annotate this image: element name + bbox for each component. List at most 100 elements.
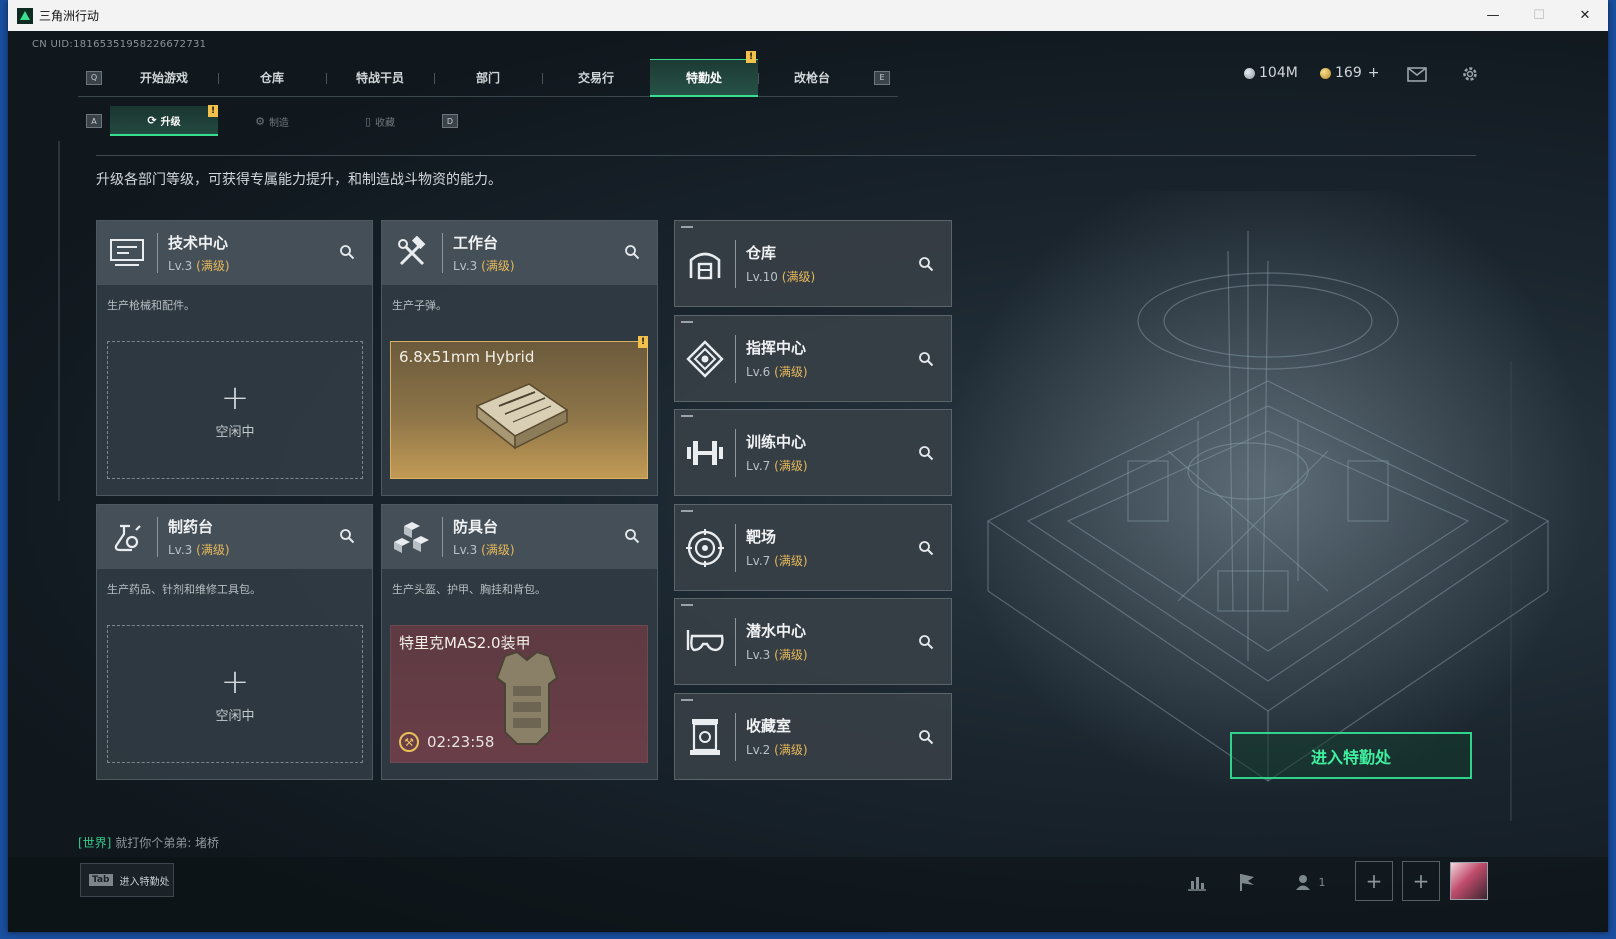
tab-warehouse[interactable]: 仓库 (218, 59, 326, 97)
subtab-upgrade[interactable]: ⟳ 升级 ! (110, 105, 218, 136)
left-rail-decor (58, 141, 60, 501)
tab-operators[interactable]: 特战干员 (326, 59, 434, 97)
warehouse-icon (675, 220, 735, 307)
gold-currency[interactable]: 169 + (1320, 65, 1379, 81)
enter-special-ops-button[interactable]: 进入特勤处 (1230, 732, 1472, 779)
facility-card-shooting-range[interactable]: 靶场 Lv.7 (满级) (674, 504, 952, 591)
tab-special-ops[interactable]: 特勤处 ! (650, 50, 758, 97)
search-icon[interactable] (917, 539, 935, 557)
facility-description: 生产子弹。 (392, 299, 447, 312)
item-ready-badge: ! (638, 336, 648, 348)
production-slot-empty[interactable]: + 空闲中 (107, 625, 363, 763)
facility-name: 指挥中心 (746, 339, 807, 357)
search-icon[interactable] (623, 527, 641, 545)
search-icon[interactable] (917, 444, 935, 462)
gold-amount: 169 (1335, 65, 1362, 81)
subnav-prev-key[interactable]: A (86, 114, 102, 128)
search-icon[interactable] (338, 527, 356, 545)
avatar[interactable] (1450, 862, 1488, 900)
tab-departments[interactable]: 部门 (434, 59, 542, 97)
search-icon[interactable] (917, 350, 935, 368)
subtab-craft-label: 制造 (268, 117, 289, 129)
production-slot-completed[interactable]: 6.8x51mm Hybrid ! (390, 336, 648, 479)
card-header: 技术中心 Lv.3 (满级) (97, 221, 372, 285)
game-viewport: CN UID:18165351958226672731 Q 开始游戏 仓库 特战… (8, 31, 1608, 932)
mail-icon[interactable] (1406, 63, 1428, 85)
facility-name: 靶场 (746, 528, 777, 546)
add-gold-button[interactable]: + (1368, 65, 1380, 81)
search-icon[interactable] (917, 633, 935, 651)
window-controls: — ☐ ✕ (1470, 0, 1608, 31)
add-icon: + (220, 377, 250, 418)
stats-icon[interactable] (1184, 869, 1210, 895)
facility-level: Lv.3 (满级) (746, 648, 808, 662)
diving-mask-icon (675, 598, 735, 685)
craft-icon: ⚙ (255, 114, 265, 128)
search-icon[interactable] (917, 728, 935, 746)
facility-level: Lv.6 (满级) (746, 365, 808, 379)
tab-alert-badge: ! (746, 50, 756, 63)
target-icon (675, 504, 735, 591)
friends-button[interactable]: 1 (1290, 869, 1330, 895)
tab-start-game[interactable]: 开始游戏 (110, 59, 218, 97)
timer-value: 02:23:58 (427, 733, 495, 751)
tab-shortcut-hint[interactable]: Tab 进入特勤处 (80, 863, 174, 897)
ammo-box-icon (475, 383, 569, 450)
chat-message: 就打你个弟弟: 堵桥 (115, 836, 220, 850)
search-icon[interactable] (338, 243, 356, 261)
search-icon[interactable] (917, 255, 935, 273)
display-case-icon (675, 693, 735, 780)
facility-card-collection-room[interactable]: 收藏室 Lv.2 (满级) (674, 693, 952, 780)
facility-card-command-center[interactable]: 指挥中心 Lv.6 (满级) (674, 315, 952, 402)
tab-gunsmith[interactable]: 改枪台 (758, 59, 866, 97)
card-header: 制药台 Lv.3 (满级) (97, 505, 372, 569)
facility-level: Lv.7 (满级) (746, 554, 808, 568)
subtab-craft[interactable]: ⚙ 制造 (218, 106, 326, 136)
collection-icon: ▯ (364, 114, 372, 128)
nav-prev-key[interactable]: Q (86, 70, 102, 85)
tab-key: Tab (89, 874, 113, 886)
production-slot-crafting[interactable]: 特里克MAS2.0装甲 ⚒ 02:23:58 (390, 625, 648, 763)
add-slot-button[interactable]: + (1402, 861, 1440, 901)
facility-card-armor-bench[interactable]: 防具台 Lv.3 (满级) 生产头盔、护甲、胸挂和背包。 特里克MAS2.0装甲… (381, 504, 658, 780)
header-divider (96, 155, 1476, 156)
facility-level: Lv.7 (满级) (746, 459, 808, 473)
upgrade-icon: ⟳ (147, 113, 157, 127)
subtab-alert-badge: ! (208, 105, 218, 117)
add-slot-button[interactable]: + (1355, 861, 1393, 901)
title-bar: 三角洲行动 — ☐ ✕ (8, 0, 1608, 31)
flag-icon[interactable] (1234, 869, 1260, 895)
tab-hint-label: 进入特勤处 (119, 876, 170, 888)
facility-level: Lv.3 (满级) (168, 543, 230, 557)
facility-card-warehouse[interactable]: 仓库 Lv.10 (满级) (674, 220, 952, 307)
page-description: 升级各部门等级，可获得专属能力提升，和制造战斗物资的能力。 (96, 172, 502, 188)
silver-currency: 104M (1244, 65, 1298, 81)
facility-description: 生产枪械和配件。 (107, 299, 195, 312)
craft-timer: ⚒ 02:23:58 (399, 732, 494, 752)
chat-channel: [世界] (78, 836, 112, 850)
maximize-button[interactable]: ☐ (1516, 0, 1562, 31)
window-title: 三角洲行动 (39, 9, 100, 23)
silver-amount: 104M (1259, 65, 1298, 81)
chat-line[interactable]: [世界] 就打你个弟弟: 堵桥 (78, 834, 219, 851)
gear-icon[interactable] (1459, 63, 1481, 85)
minimize-button[interactable]: — (1470, 0, 1516, 31)
search-icon[interactable] (623, 243, 641, 261)
nav-next-key[interactable]: E (874, 70, 890, 85)
card-header: 工作台 Lv.3 (满级) (382, 221, 657, 285)
tab-trading[interactable]: 交易行 (542, 59, 650, 97)
game-window: 三角洲行动 — ☐ ✕ CN UID:18165351958226672731 (8, 0, 1608, 932)
facility-card-workbench[interactable]: 工作台 Lv.3 (满级) 生产子弹。 6.8x51mm Hybrid ! (381, 220, 658, 496)
facility-card-tech-center[interactable]: 技术中心 Lv.3 (满级) 生产枪械和配件。 + 空闲中 (96, 220, 373, 496)
facility-card-pharmacy[interactable]: 制药台 Lv.3 (满级) 生产药品、针剂和维修工具包。 + 空闲中 (96, 504, 373, 780)
subnav-next-key[interactable]: D (442, 114, 458, 128)
subtab-collection[interactable]: ▯ 收藏 (326, 106, 434, 136)
facility-card-training-center[interactable]: 训练中心 Lv.7 (满级) (674, 409, 952, 496)
facility-card-diving-center[interactable]: 潜水中心 Lv.3 (满级) (674, 598, 952, 685)
facility-level: Lv.3 (满级) (168, 259, 230, 273)
close-button[interactable]: ✕ (1562, 0, 1608, 31)
production-slot-empty[interactable]: + 空闲中 (107, 341, 363, 479)
facility-name: 潜水中心 (746, 622, 807, 640)
facility-name: 仓库 (746, 244, 777, 262)
tab-special-ops-label: 特勤处 (685, 70, 722, 85)
